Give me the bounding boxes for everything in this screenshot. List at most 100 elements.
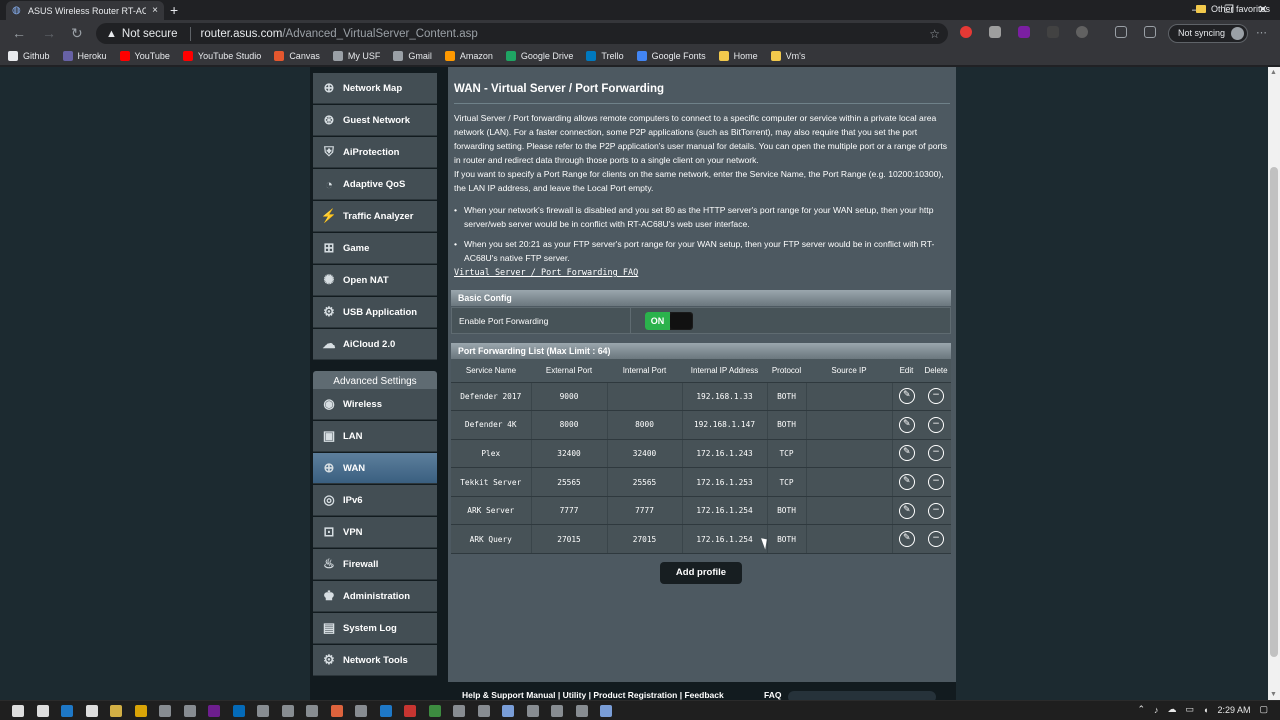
- sidebar-item-adaptive-qos[interactable]: ◔ Adaptive QoS: [313, 169, 437, 200]
- taskbar-app-icon[interactable]: [281, 705, 294, 717]
- security-label[interactable]: Not secure: [122, 28, 178, 40]
- delete-icon[interactable]: −: [928, 474, 944, 491]
- add-profile-button[interactable]: Add profile: [660, 562, 742, 584]
- taskbar-app-icon[interactable]: [379, 705, 392, 717]
- reload-icon[interactable]: ↻: [71, 25, 83, 41]
- taskbar-app-icon[interactable]: [208, 705, 220, 717]
- sidebar-item-wan[interactable]: ⊕ WAN: [313, 453, 437, 484]
- taskbar-app-icon[interactable]: [526, 705, 539, 717]
- extension-purple-icon[interactable]: [1018, 26, 1030, 38]
- taskbar-app-icon[interactable]: [551, 705, 563, 717]
- taskbar-app-icon[interactable]: [159, 705, 171, 717]
- other-favorites[interactable]: Other favorites: [1195, 4, 1270, 14]
- address-bar[interactable]: ▲ Not secure router.asus.com/Advanced_Vi…: [96, 23, 948, 44]
- delete-icon[interactable]: −: [928, 502, 944, 519]
- edit-icon[interactable]: ✎: [898, 388, 915, 405]
- close-tab-icon[interactable]: ×: [152, 5, 158, 16]
- extension-circle-icon[interactable]: [1076, 26, 1088, 38]
- taskbar-app-icon[interactable]: [306, 705, 318, 717]
- bookmark-item[interactable]: Canvas: [274, 50, 320, 61]
- sidebar-item-open-nat[interactable]: ✺ Open NAT: [313, 265, 437, 296]
- warning-icon[interactable]: ▲: [106, 28, 117, 40]
- footer-faq[interactable]: FAQ: [764, 690, 781, 700]
- delete-icon[interactable]: −: [928, 416, 944, 433]
- bookmark-item[interactable]: Google Drive: [505, 50, 573, 61]
- sidebar-item-wireless[interactable]: ◉ Wireless: [313, 389, 437, 420]
- taskbar-app-icon[interactable]: [232, 705, 245, 717]
- sidebar-item-network-map[interactable]: ⊕ Network Map: [313, 73, 437, 104]
- page-scrollbar[interactable]: ▲ ▼: [1268, 67, 1280, 700]
- delete-icon[interactable]: −: [928, 531, 944, 548]
- taskbar-app-icon[interactable]: [330, 705, 343, 717]
- taskbar-app-icon[interactable]: [134, 705, 147, 717]
- favorites-icon[interactable]: [1115, 26, 1127, 38]
- taskbar-app-icon[interactable]: [61, 705, 73, 717]
- sidebar-item-network-tools[interactable]: ⚙ Network Tools: [313, 645, 437, 676]
- cloud-icon[interactable]: ☁: [1168, 704, 1177, 715]
- sidebar-item-guest-network[interactable]: ⊛ Guest Network: [313, 105, 437, 136]
- scroll-down-icon[interactable]: ▼: [1270, 691, 1277, 698]
- taskbar-app-icon[interactable]: [355, 705, 367, 717]
- footer-links[interactable]: Help & Support Manual | Utility | Produc…: [462, 690, 724, 700]
- edit-icon[interactable]: ✎: [898, 445, 915, 462]
- sidebar-item-administration[interactable]: ♚ Administration: [313, 581, 437, 612]
- browser-tab[interactable]: ◍ ASUS Wireless Router RT-AC68U ×: [6, 1, 164, 20]
- scroll-up-icon[interactable]: ▲: [1270, 69, 1277, 76]
- search-icon[interactable]: [36, 705, 49, 717]
- bookmark-item[interactable]: Vm's: [770, 50, 805, 61]
- microphone-icon[interactable]: ♪: [1154, 705, 1159, 715]
- bookmark-item[interactable]: Home: [718, 50, 758, 61]
- sidebar-item-firewall[interactable]: ♨ Firewall: [313, 549, 437, 580]
- sidebar-item-game[interactable]: ⊞ Game: [313, 233, 437, 264]
- bookmark-item[interactable]: Trello: [586, 50, 624, 61]
- taskbar-app-icon[interactable]: [575, 705, 588, 717]
- network-icon[interactable]: ▭: [1186, 704, 1195, 715]
- faq-search-input[interactable]: [788, 691, 936, 700]
- taskbar-app-icon[interactable]: [453, 705, 465, 717]
- sidebar-item-lan[interactable]: ▣ LAN: [313, 421, 437, 452]
- edit-icon[interactable]: ✎: [898, 416, 915, 433]
- edit-icon[interactable]: ✎: [898, 502, 915, 519]
- taskbar-app-icon[interactable]: [110, 705, 122, 717]
- taskbar-app-icon[interactable]: [404, 705, 416, 717]
- faq-link[interactable]: Virtual Server / Port Forwarding FAQ: [454, 268, 638, 278]
- bookmark-item[interactable]: YouTube Studio: [182, 50, 261, 61]
- bookmark-item[interactable]: My USF: [332, 50, 380, 61]
- extension-dark-icon[interactable]: [1047, 26, 1059, 38]
- sidebar-item-usb-application[interactable]: ⚙ USB Application: [313, 297, 437, 328]
- profile-sync-button[interactable]: Not syncing: [1168, 24, 1249, 43]
- taskbar-app-icon[interactable]: [428, 705, 441, 717]
- delete-icon[interactable]: −: [928, 388, 944, 405]
- forward-icon[interactable]: →: [42, 25, 56, 41]
- sidebar-item-aiprotection[interactable]: ⛨ AiProtection: [313, 137, 437, 168]
- bookmark-item[interactable]: Amazon: [444, 50, 493, 61]
- port-forwarding-toggle[interactable]: ON: [645, 312, 693, 330]
- sidebar-item-traffic-analyzer[interactable]: ⚡ Traffic Analyzer: [313, 201, 437, 232]
- edit-icon[interactable]: ✎: [898, 474, 915, 491]
- taskbar-app-icon[interactable]: [477, 705, 490, 717]
- extension-gray-icon[interactable]: [989, 26, 1001, 38]
- taskbar-app-icon[interactable]: [257, 705, 269, 717]
- taskbar-app-icon[interactable]: [85, 705, 98, 717]
- bookmark-star-icon[interactable]: ☆: [929, 27, 940, 41]
- scrollbar-thumb[interactable]: [1270, 167, 1278, 657]
- volume-icon[interactable]: ◖: [1203, 705, 1208, 715]
- taskbar-app-icon[interactable]: [600, 705, 612, 717]
- taskbar-app-icon[interactable]: [183, 705, 196, 717]
- more-menu-icon[interactable]: ⋯: [1256, 25, 1267, 41]
- bookmark-item[interactable]: Google Fonts: [636, 50, 706, 61]
- sidebar-item-ipv6[interactable]: ◎ IPv6: [313, 485, 437, 516]
- sidebar-item-system-log[interactable]: ▤ System Log: [313, 613, 437, 644]
- url-text[interactable]: router.asus.com/Advanced_VirtualServer_C…: [201, 28, 478, 40]
- taskbar-app-icon[interactable]: [502, 705, 514, 717]
- chevron-up-icon[interactable]: ⌃: [1137, 704, 1145, 715]
- bookmark-item[interactable]: Github: [8, 50, 50, 61]
- back-icon[interactable]: ←: [12, 25, 26, 41]
- new-tab-button[interactable]: +: [170, 2, 178, 18]
- clock[interactable]: 2:29 AM: [1217, 705, 1250, 715]
- sidebar-item-aicloud-2-0[interactable]: ☁ AiCloud 2.0: [313, 329, 437, 360]
- bookmark-item[interactable]: YouTube: [119, 50, 170, 61]
- edit-icon[interactable]: ✎: [898, 531, 915, 548]
- collections-icon[interactable]: [1144, 26, 1156, 38]
- bookmark-item[interactable]: Gmail: [393, 50, 432, 61]
